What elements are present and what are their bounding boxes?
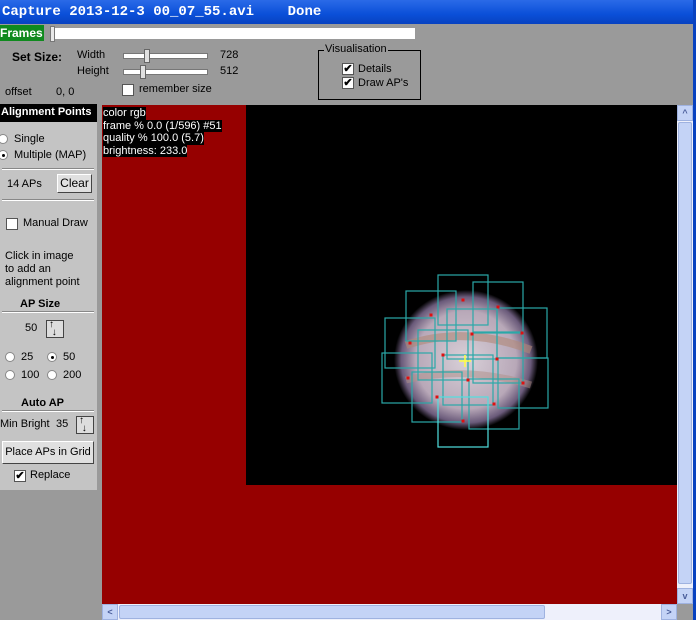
multiple-label: Multiple (MAP) (14, 149, 87, 161)
height-value: 512 (220, 65, 239, 77)
title-bar: Capture 2013-12-3 00_07_55.avi Done (0, 0, 696, 24)
ap-point[interactable] (466, 378, 470, 382)
details-checkbox[interactable]: ✔ (342, 63, 354, 75)
width-slider-thumb[interactable] (144, 49, 150, 63)
vertical-scrollbar[interactable]: ^ v (677, 105, 693, 604)
ap-point[interactable] (470, 332, 474, 336)
min-bright-value: 35 (56, 418, 69, 430)
scroll-up-button[interactable]: ^ (677, 105, 693, 121)
ap-size-spinner[interactable]: ↑ ↓ (46, 320, 64, 338)
ap-point[interactable] (495, 357, 499, 361)
ap-size-50-radio[interactable] (47, 352, 57, 362)
scroll-right-button[interactable]: > (661, 604, 677, 620)
ap-size-25-radio[interactable] (5, 352, 15, 362)
vertical-scroll-thumb[interactable] (678, 122, 692, 584)
height-slider[interactable] (123, 69, 208, 75)
place-aps-in-grid-button[interactable]: Place APs in Grid (2, 441, 94, 464)
clear-button[interactable]: Clear (57, 174, 92, 193)
horizontal-scroll-thumb[interactable] (119, 605, 545, 619)
width-label: Width (77, 49, 106, 61)
help-line: alignment point (5, 276, 80, 288)
frame-info-overlay: color rgb frame % 0.0 (1/596) #51 qualit… (103, 107, 222, 157)
frame-image[interactable] (246, 105, 677, 485)
remember-size-label: remember size (139, 83, 212, 95)
ap-point[interactable] (406, 376, 410, 380)
ap-size-25-label: 25 (21, 351, 34, 363)
visualisation-group (318, 50, 421, 100)
replace-checkbox[interactable]: ✔ (14, 470, 26, 482)
width-value: 728 (220, 49, 239, 61)
draw-aps-checkbox[interactable]: ✔ (342, 77, 354, 89)
details-label: Details (358, 63, 392, 75)
ap-count: 14 APs (7, 178, 42, 190)
info-line: color rgb (103, 107, 146, 120)
ap-size-100-radio[interactable] (5, 370, 15, 380)
help-line: to add an (5, 263, 51, 275)
height-slider-thumb[interactable] (140, 65, 146, 79)
replace-label: Replace (30, 469, 71, 481)
set-size-label: Set Size: (12, 50, 63, 64)
scroll-down-button[interactable]: v (677, 588, 693, 604)
draw-aps-label: Draw AP's (358, 77, 409, 89)
frames-slider[interactable] (50, 27, 416, 40)
planet (394, 290, 538, 430)
offset-label: offset (5, 86, 32, 98)
auto-ap-title: Auto AP (21, 397, 64, 409)
min-bright-label: Min Bright (0, 418, 50, 430)
horizontal-scrollbar[interactable]: < > (102, 604, 677, 620)
ap-point[interactable] (429, 313, 433, 317)
manual-draw-checkbox[interactable] (6, 218, 18, 230)
ap-point[interactable] (408, 341, 412, 345)
ap-point[interactable] (441, 353, 445, 357)
scroll-left-button[interactable]: < (102, 604, 118, 620)
ap-size-200-label: 200 (63, 369, 82, 381)
ap-size-200-radio[interactable] (47, 370, 57, 380)
help-line: Click in image (5, 250, 74, 262)
info-line: brightness: 233.0 (103, 144, 188, 157)
remember-size-checkbox[interactable] (122, 84, 134, 96)
ap-size-title: AP Size (20, 298, 61, 310)
single-label: Single (14, 133, 45, 145)
ap-point[interactable] (520, 331, 524, 335)
ap-point[interactable] (521, 381, 525, 385)
width-slider[interactable] (123, 53, 208, 59)
frames-label: Frames (0, 25, 44, 41)
ap-size-50-label: 50 (63, 351, 76, 363)
ap-size-value: 50 (25, 322, 38, 334)
frames-slider-thumb[interactable] (50, 26, 55, 42)
ap-point[interactable] (492, 402, 496, 406)
info-line: frame % 0.0 (1/596) #51 (103, 119, 222, 132)
manual-draw-label: Manual Draw (23, 217, 88, 229)
ap-point[interactable] (461, 298, 465, 302)
ap-point[interactable] (435, 395, 439, 399)
ap-point[interactable] (461, 419, 465, 423)
min-bright-spinner[interactable]: ↑ ↓ (76, 416, 94, 434)
ap-overlay[interactable] (246, 105, 677, 485)
info-line: quality % 100.0 (5.7) (103, 132, 204, 145)
height-label: Height (77, 65, 109, 77)
visualisation-title: Visualisation (324, 43, 388, 55)
help-text: Click in image to add an alignment point (5, 250, 80, 289)
ap-size-100-label: 100 (21, 369, 40, 381)
offset-value: 0, 0 (56, 86, 75, 98)
alignment-points-title: Alignment Points (0, 104, 97, 122)
ap-point[interactable] (496, 305, 500, 309)
